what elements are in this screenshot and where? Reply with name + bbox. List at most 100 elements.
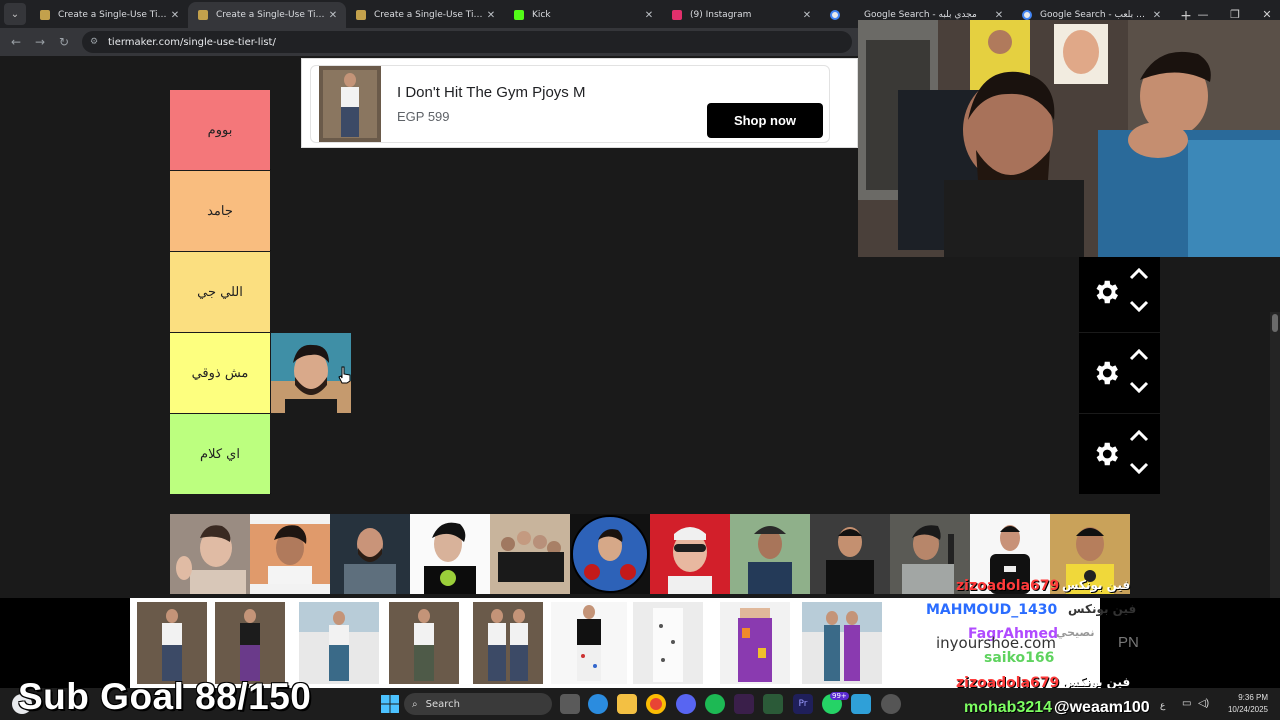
taskbar-date[interactable]: 10/24/2025 xyxy=(1216,705,1268,714)
tier-item-image[interactable] xyxy=(250,514,330,594)
tier-item-image[interactable] xyxy=(490,514,570,594)
file-explorer-icon[interactable] xyxy=(617,694,637,714)
chat-message: فين بونكس xyxy=(1062,578,1131,592)
tab-title: Kick xyxy=(532,10,551,20)
notepad-icon[interactable] xyxy=(851,694,871,714)
tier-item-image[interactable] xyxy=(170,514,250,594)
tier-label[interactable]: مش ذوقي xyxy=(170,333,270,413)
address-bar[interactable]: ⚙ tiermaker.com/single-use-tier-list/ xyxy=(82,31,852,53)
close-icon[interactable]: ✕ xyxy=(1150,10,1164,21)
chrome-icon[interactable] xyxy=(646,694,666,714)
gear-icon[interactable] xyxy=(1091,277,1121,307)
chevron-up-icon[interactable] xyxy=(1127,426,1151,446)
tier-label-text: اي كلام xyxy=(200,446,240,462)
tiermaker-icon xyxy=(40,10,50,20)
person-photo xyxy=(250,514,330,594)
product-thumbnail[interactable] xyxy=(551,602,627,684)
tier-item-image[interactable] xyxy=(730,514,810,594)
tab-title: Create a Single-Use Tier List (P xyxy=(374,10,484,20)
product-image xyxy=(633,602,703,684)
tier-drop-zone[interactable] xyxy=(271,414,1079,494)
gear-icon[interactable] xyxy=(1091,439,1121,469)
app-icon[interactable] xyxy=(763,694,783,714)
spotify-icon[interactable] xyxy=(705,694,725,714)
tier-label[interactable]: جامد xyxy=(170,171,270,251)
chat-username: zizoadola679 xyxy=(956,578,1060,594)
browser-tab[interactable]: (9) Instagram ✕ xyxy=(662,2,820,28)
ad-product-image xyxy=(319,66,381,142)
webcam-overlay xyxy=(858,20,1280,257)
chevron-down-icon[interactable] xyxy=(1127,296,1151,316)
browser-tab[interactable]: Kick ✕ xyxy=(504,2,662,28)
close-icon[interactable]: ✕ xyxy=(326,10,340,21)
tab-search-button[interactable]: ⌄ xyxy=(4,3,26,25)
product-thumbnail[interactable] xyxy=(802,602,882,684)
tier-item-image[interactable] xyxy=(330,514,410,594)
back-arrow-icon[interactable]: ← xyxy=(4,30,28,54)
site-info-icon[interactable]: ⚙ xyxy=(90,37,100,47)
tier-item-image[interactable] xyxy=(650,514,730,594)
close-icon[interactable]: ✕ xyxy=(992,10,1006,21)
ad-title[interactable]: I Don't Hit The Gym Pjoys M xyxy=(397,84,585,101)
windows-start-icon[interactable] xyxy=(380,694,400,714)
product-thumbnail[interactable] xyxy=(215,602,285,684)
forward-arrow-icon[interactable]: → xyxy=(28,30,52,54)
product-thumbnail[interactable] xyxy=(137,602,207,684)
person-photo xyxy=(170,514,250,594)
language-indicator[interactable]: ع xyxy=(1160,700,1165,711)
close-icon[interactable]: ✕ xyxy=(484,10,498,21)
visual-studio-icon[interactable] xyxy=(734,694,754,714)
person-photo xyxy=(730,514,810,594)
close-icon[interactable]: ✕ xyxy=(800,10,814,21)
sponsored-ad[interactable]: I Don't Hit The Gym Pjoys M EGP 599 Shop… xyxy=(301,58,858,148)
task-view-icon[interactable] xyxy=(560,694,580,714)
tier-label[interactable]: اللي جي xyxy=(170,252,270,332)
tier-row: اللي جي xyxy=(170,252,1160,332)
browser-tab[interactable]: Create a Single-Use Tier List (P ✕ xyxy=(30,2,188,28)
browser-tab[interactable] xyxy=(820,2,854,28)
tier-drop-zone[interactable] xyxy=(271,252,1079,332)
chevron-up-icon[interactable] xyxy=(1127,345,1151,365)
edge-icon[interactable] xyxy=(588,694,608,714)
taskbar-time[interactable]: 9:36 PM xyxy=(1216,693,1268,702)
tier-item-image[interactable] xyxy=(810,514,890,594)
premiere-icon[interactable]: Pr xyxy=(793,694,813,714)
person-photo xyxy=(810,514,890,594)
close-icon[interactable]: ✕ xyxy=(642,10,656,21)
tier-item-image[interactable] xyxy=(570,514,650,594)
chevron-up-icon[interactable] xyxy=(1127,264,1151,284)
tier-label-text: مش ذوقي xyxy=(191,365,249,381)
tier-label[interactable]: بووم xyxy=(170,90,270,170)
discord-icon[interactable] xyxy=(676,694,696,714)
obs-icon[interactable] xyxy=(881,694,901,714)
shop-now-button[interactable]: Shop now xyxy=(707,103,823,138)
browser-tab-active[interactable]: Create a Single-Use Tier List (P ✕ xyxy=(188,2,346,28)
product-thumbnail[interactable] xyxy=(299,602,379,684)
tier-item-image[interactable] xyxy=(410,514,490,594)
network-icon[interactable]: ▭ xyxy=(1182,698,1191,709)
google-icon xyxy=(1022,10,1032,20)
group-photo xyxy=(490,514,570,594)
tier-drop-zone[interactable] xyxy=(271,333,1079,413)
tier-label[interactable]: اي كلام xyxy=(170,414,270,494)
taskbar-search[interactable]: ⌕ Search xyxy=(404,693,552,715)
product-thumbnail[interactable] xyxy=(633,602,703,684)
gear-icon[interactable] xyxy=(1091,358,1121,388)
ad-card[interactable]: I Don't Hit The Gym Pjoys M EGP 599 Shop… xyxy=(310,65,830,143)
tiermaker-icon xyxy=(356,10,366,20)
reload-icon[interactable]: ↻ xyxy=(52,30,76,54)
tier-controls xyxy=(1079,252,1160,332)
chevron-down-icon[interactable] xyxy=(1127,377,1151,397)
chat-username: MAHMOUD_1430 xyxy=(926,602,1058,618)
chat-message: فين بونكس xyxy=(1062,675,1131,689)
chevron-down-icon[interactable] xyxy=(1127,458,1151,478)
product-image xyxy=(473,602,543,684)
volume-icon[interactable]: ◁) xyxy=(1198,698,1209,709)
close-icon[interactable]: ✕ xyxy=(168,10,182,21)
product-thumbnail[interactable] xyxy=(720,602,790,684)
browser-tab[interactable]: Create a Single-Use Tier List (P ✕ xyxy=(346,2,504,28)
product-thumbnail[interactable] xyxy=(473,602,543,684)
product-thumbnail[interactable] xyxy=(389,602,459,684)
tier-controls xyxy=(1079,333,1160,413)
scrollbar-thumb[interactable] xyxy=(1272,314,1278,332)
